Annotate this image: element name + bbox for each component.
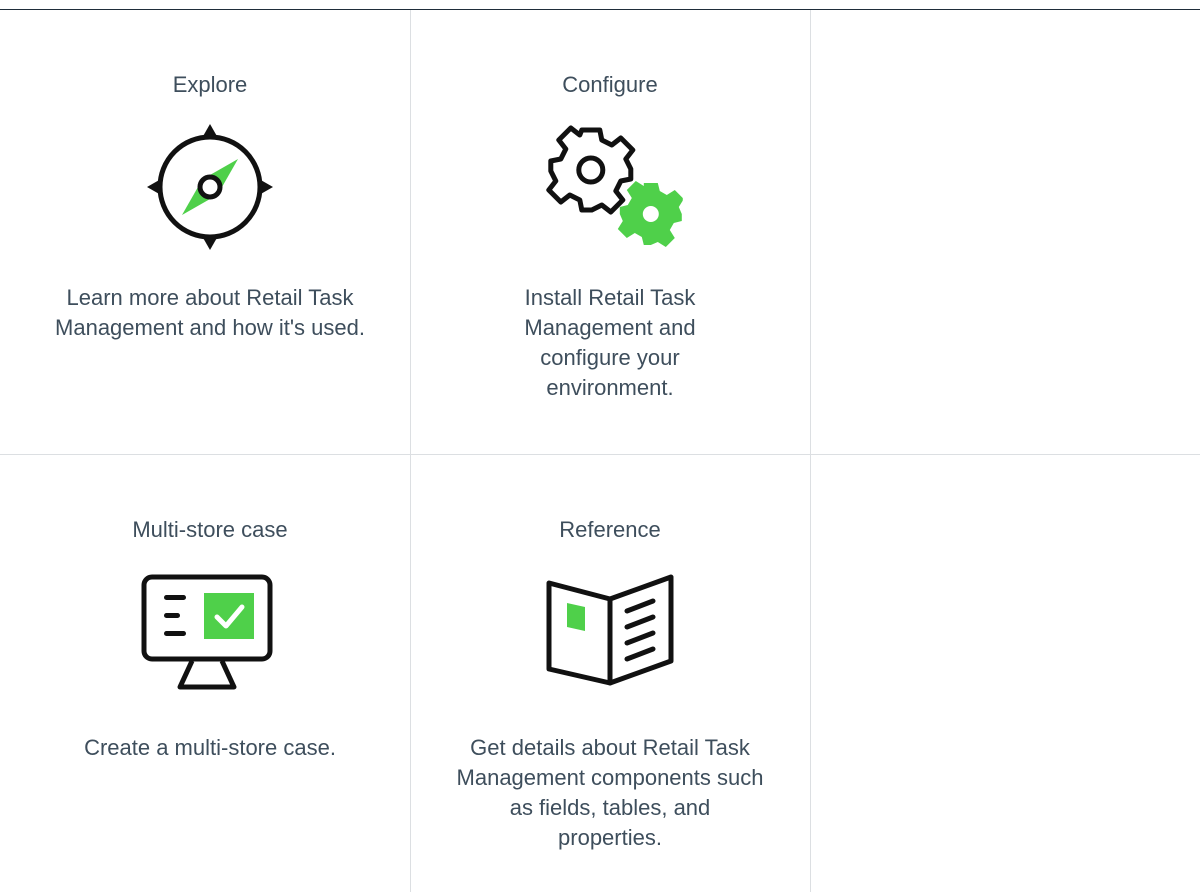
tile-multi-store-case[interactable]: Multi-store case Create a multi-store ca… (10, 455, 410, 892)
tile-description: Get details about Retail Task Management… (456, 735, 764, 850)
tile-title: Explore (172, 72, 248, 97)
tile-title: Reference (559, 517, 661, 542)
empty-cell (811, 455, 1200, 892)
tile-grid: Explore Learn more about Retail Task Man… (0, 10, 1200, 892)
open-book-icon (545, 573, 675, 692)
tile-explore[interactable]: Explore Learn more about Retail Task Man… (10, 10, 410, 454)
empty-cell (811, 10, 1200, 454)
tile-description: Install Retail Task Management and confi… (524, 285, 696, 400)
gears-icon (543, 122, 684, 257)
tile-description: Learn more about Retail Task Management … (55, 285, 365, 340)
compass-icon (145, 122, 275, 257)
tile-title: Multi-store case (132, 517, 288, 542)
tile-description: Create a multi-store case. (84, 735, 336, 760)
monitor-checklist-icon (140, 573, 280, 696)
tile-title: Configure (562, 72, 658, 97)
tile-configure[interactable]: Configure Install Retail Task Management… (410, 10, 810, 454)
tile-reference[interactable]: Reference Get details about Retail Task … (410, 455, 810, 892)
